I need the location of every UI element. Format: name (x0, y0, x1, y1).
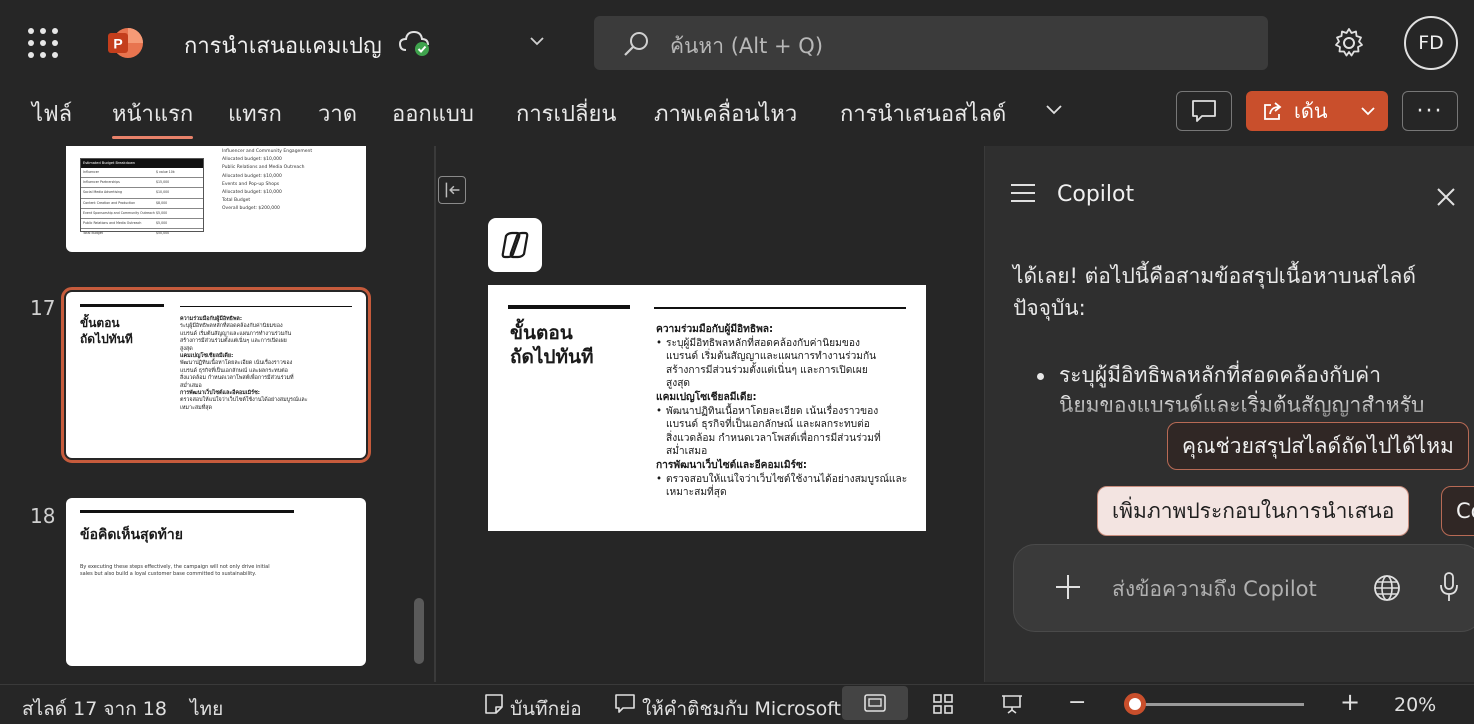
tab-slide-show[interactable]: การนำเสนอสไลด์ (840, 96, 1006, 131)
thumb18-title: ข้อคิดเห็นสุดท้าย (80, 527, 183, 543)
tab-design[interactable]: ออกแบบ (392, 96, 474, 131)
slide-thumbnail-17[interactable]: ขั้นตอน ถัดไปทันที ความร่วมมือกับผู้มีอิ… (61, 287, 371, 463)
slide-heading-social: แคมเปญโซเชียลมีเดีย: (656, 391, 757, 403)
title-chevron-down-icon[interactable] (528, 32, 546, 50)
globe-icon[interactable] (1372, 573, 1402, 603)
copilot-icon (501, 231, 529, 259)
copilot-message-input[interactable]: ส่งข้อความถึง Copilot (1013, 544, 1474, 632)
thumbnail-scrollbar[interactable] (414, 598, 424, 664)
cloud-saved-icon[interactable] (398, 28, 432, 58)
slide-title-line-2: ถัดไปทันที (510, 346, 594, 368)
tab-file[interactable]: ไฟล์ (32, 96, 72, 131)
tab-draw[interactable]: วาด (318, 96, 357, 131)
current-slide[interactable]: ขั้นตอน ถัดไปทันที ความร่วมมือกับผู้มีอิ… (488, 285, 926, 531)
app-launcher-icon[interactable] (28, 28, 58, 58)
suggestion-partial[interactable]: Co (1441, 486, 1474, 536)
share-label: เด้น (1294, 99, 1328, 123)
copilot-input-placeholder: ส่งข้อความถึง Copilot (1112, 577, 1317, 601)
table-row: Social Media Advertising $10,000 (81, 188, 203, 199)
normal-view-icon (864, 694, 886, 712)
zoom-in-button[interactable]: + (1340, 688, 1360, 716)
settings-gear-icon[interactable] (1332, 26, 1366, 60)
slide-body: ความร่วมมือกับผู้มีอิทธิพล: • ระบุผู้มีอิ… (656, 324, 908, 499)
table-row: Total Budget $50,000 (83, 231, 170, 236)
tab-animations[interactable]: ภาพเคลื่อนไหว (654, 96, 797, 131)
slide-sorter-icon[interactable] (932, 693, 954, 715)
suggestion-summarize-next[interactable]: คุณช่วยสรุปสไลด์ถัดไปได้ไหม (1167, 422, 1469, 470)
thumb17-body: ความร่วมมือกับผู้มีอิทธิพล: ระบุผู้มีอิท… (180, 316, 308, 411)
table-row: Content Creation and Production $8,000 (81, 199, 203, 209)
comment-icon (1192, 100, 1216, 122)
share-icon (1264, 102, 1282, 120)
copilot-menu-icon[interactable] (1009, 182, 1037, 204)
reading-view-icon[interactable] (1000, 693, 1024, 715)
search-box[interactable]: ค้นหา (Alt + Q) (594, 16, 1268, 70)
tab-home[interactable]: หน้าแรก (112, 96, 194, 139)
notes-icon[interactable] (484, 693, 504, 715)
table-row: Event Sponsorship and Community Outreach… (81, 209, 203, 220)
pane-divider[interactable] (434, 146, 436, 682)
suggestion-add-image[interactable]: เพิ่มภาพประกอบในการนำเสนอ (1097, 486, 1410, 536)
search-placeholder: ค้นหา (Alt + Q) (670, 34, 824, 58)
slide-number-18: 18 (30, 504, 56, 528)
search-icon (624, 32, 648, 56)
slide-bullet: • ระบุผู้มีอิทธิพลหลักที่สอดคล้องกับค่านิ… (656, 337, 860, 349)
table-header: Estimated Budget Breakdown (81, 159, 203, 168)
powerpoint-logo-icon: P (108, 28, 143, 58)
budget-table: Estimated Budget Breakdown Influencer $ v… (80, 158, 204, 235)
table-row: Influencer $ value 10k (81, 168, 203, 179)
copilot-button[interactable] (488, 218, 542, 272)
slide-number-17: 17 (30, 296, 56, 320)
thumb18-body: By executing these steps effectively, th… (80, 564, 270, 577)
slide-heading-website: การพัฒนาเว็บไซต์และอีคอมเมิร์ซ: (656, 459, 807, 471)
slide-thumbnail-16[interactable]: Estimated Budget Breakdown Influencer $ v… (66, 146, 366, 252)
slide-heading-influencer: ความร่วมมือกับผู้มีอิทธิพล: (656, 324, 774, 335)
zoom-slider-track[interactable] (1134, 703, 1304, 706)
user-avatar[interactable]: FD (1404, 16, 1458, 70)
zoom-slider-thumb[interactable] (1124, 693, 1146, 715)
slide-title-line-1: ขั้นตอน (510, 322, 573, 344)
slide-thumbnail-pane: Estimated Budget Breakdown Influencer $ v… (0, 146, 436, 682)
copilot-response: ได้เลย! ต่อไปนี้คือสามข้อสรุปเนื้อหาบนสไ… (1013, 264, 1416, 320)
copilot-pane: Copilot ได้เลย! ต่อไปนี้คือสามข้อสรุปเนื… (984, 146, 1474, 682)
zoom-percent[interactable]: 20% (1394, 694, 1436, 716)
thumb17-title-2: ถัดไปทันที (80, 332, 133, 346)
microphone-icon[interactable] (1438, 571, 1460, 603)
slide-thumbnail-18[interactable]: ข้อคิดเห็นสุดท้าย By executing these ste… (66, 498, 366, 666)
table-row: Influencer Partnerships $15,000 (81, 178, 203, 189)
slide-bullet: • ตรวจสอบให้แน่ใจว่าเว็บไซต์ใช้งานได้อย่า… (656, 473, 908, 485)
thumb17-title-1: ขั้นตอน (80, 316, 120, 330)
tab-transitions[interactable]: การเปลี่ยน (516, 96, 616, 131)
tab-insert[interactable]: แทรก (228, 96, 282, 131)
add-attachment-icon[interactable] (1054, 573, 1082, 601)
more-options-button[interactable]: ··· (1402, 91, 1458, 131)
slide-bullet: • พัฒนาปฏิทินเนื้อหาโดยละเอียด เน้นเรื่อง… (656, 405, 879, 417)
close-icon[interactable] (1435, 186, 1457, 208)
copilot-title: Copilot (1057, 182, 1135, 207)
svg-text:P: P (113, 36, 122, 52)
feedback-icon[interactable] (614, 693, 636, 715)
comments-button[interactable] (1176, 91, 1232, 131)
collapse-pane-icon[interactable] (438, 176, 466, 204)
share-button[interactable]: เด้น (1246, 91, 1388, 131)
ribbon-more-tabs-chevron-icon[interactable] (1044, 102, 1064, 118)
document-title[interactable]: การนำเสนอแคมเปญ (184, 28, 382, 63)
zoom-out-button[interactable]: − (1068, 690, 1086, 715)
table-row: Public Relations and Media Outreach $5,00… (81, 219, 203, 230)
share-chevron-down-icon[interactable] (1360, 104, 1376, 118)
slide16-bullets: Influencer and Community Engagement Allo… (222, 149, 313, 212)
